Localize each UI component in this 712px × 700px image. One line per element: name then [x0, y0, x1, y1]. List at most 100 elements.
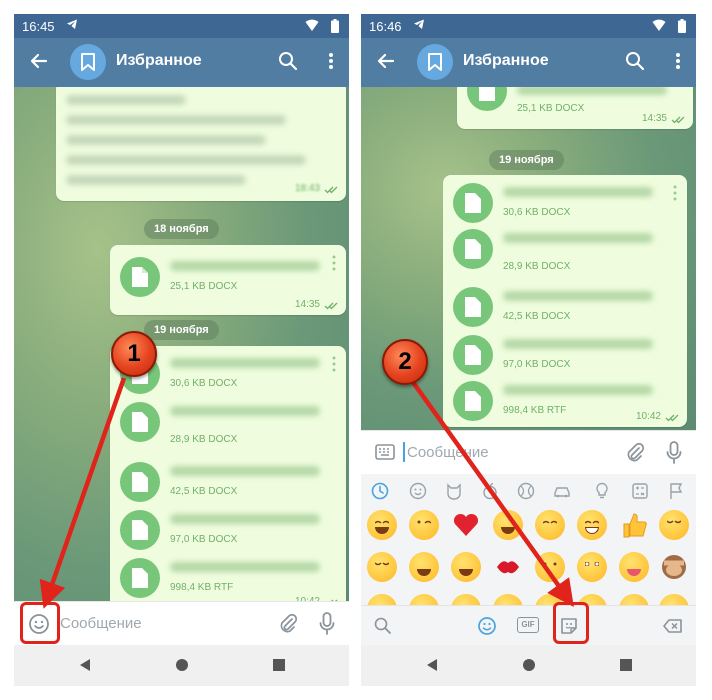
file-attachment[interactable]: 97,0 KB DOCX — [120, 510, 330, 554]
nav-back-icon[interactable] — [425, 658, 439, 672]
file-size: 42,5 KB DOCX — [503, 311, 571, 322]
tutorial-stage: 16:45 Избранное 18:43 18 ноября 25,1 KB … — [0, 0, 712, 700]
bookmark-icon — [81, 53, 95, 71]
nav-home-icon[interactable] — [522, 658, 536, 672]
file-icon[interactable] — [120, 462, 160, 502]
emoji-grin[interactable] — [577, 510, 607, 540]
file-icon[interactable] — [453, 229, 493, 269]
recent-clock-icon[interactable] — [371, 482, 389, 500]
emoji-heart-eyes[interactable] — [493, 510, 523, 540]
file-icon[interactable] — [120, 510, 160, 550]
back-arrow-icon[interactable] — [375, 50, 397, 72]
file-size: 30,6 KB DOCX — [170, 378, 238, 389]
file-size: 97,0 KB DOCX — [170, 534, 238, 545]
file-attachment[interactable]: 25,1 KB DOCX — [120, 257, 330, 301]
more-vertical-icon[interactable] — [327, 50, 335, 72]
file-attachment[interactable]: 97,0 KB DOCX — [453, 335, 663, 379]
symbols-category-icon[interactable] — [631, 482, 649, 500]
message-time: 18:43 — [294, 183, 320, 194]
file-size: 998,4 KB RTF — [503, 405, 567, 416]
message-bubble[interactable]: 30,6 KB DOCX 28,9 KB DOCX 42,5 KB DOCX 9… — [443, 175, 687, 427]
gif-icon[interactable]: GIF — [517, 617, 539, 633]
chat-title[interactable]: Избранное — [463, 52, 549, 70]
emoji-flushed[interactable] — [577, 552, 607, 582]
emoji-see-no-evil[interactable] — [659, 552, 689, 582]
file-attachment[interactable]: 42,5 KB DOCX — [120, 462, 330, 506]
chat-title[interactable]: Избранное — [116, 52, 202, 70]
nav-recents-icon[interactable] — [272, 658, 286, 672]
mic-icon[interactable] — [666, 441, 682, 465]
bookmark-icon — [428, 53, 442, 71]
message-input[interactable]: Сообщение — [407, 444, 489, 461]
attach-icon[interactable] — [624, 442, 646, 464]
wifi-icon — [652, 18, 666, 32]
message-bubble[interactable]: 25,1 KB DOCX 14:35 — [110, 245, 346, 315]
file-icon[interactable] — [467, 87, 507, 111]
emoji-kiss-lips[interactable] — [493, 552, 523, 582]
emoji-relaxed[interactable] — [659, 510, 689, 540]
file-attachment[interactable]: 998,4 KB RTF — [453, 381, 663, 425]
message-bubble[interactable]: 25,1 KB DOCX 14:35 — [457, 87, 693, 129]
emoji-tab-icon[interactable] — [477, 616, 497, 636]
battery-icon — [678, 19, 686, 33]
saved-messages-avatar[interactable] — [417, 44, 453, 80]
nav-home-icon[interactable] — [175, 658, 189, 672]
saved-messages-avatar[interactable] — [70, 44, 106, 80]
chat-header: Избранное — [14, 38, 349, 87]
mic-icon[interactable] — [319, 612, 335, 636]
sports-category-icon[interactable] — [517, 482, 535, 500]
emoji-joy[interactable] — [367, 510, 397, 540]
file-attachment[interactable]: 28,9 KB DOCX — [453, 229, 663, 273]
file-icon[interactable] — [453, 287, 493, 327]
backspace-icon[interactable] — [663, 616, 683, 636]
objects-category-icon[interactable] — [593, 482, 611, 500]
emoji-blush[interactable] — [535, 510, 565, 540]
food-category-icon[interactable] — [481, 482, 499, 500]
emoji-search-icon[interactable] — [373, 616, 393, 636]
date-separator: 19 ноября — [489, 150, 564, 170]
file-attachment[interactable]: 28,9 KB DOCX — [120, 402, 330, 446]
file-icon[interactable] — [453, 335, 493, 375]
emoji-tongue-wink[interactable] — [619, 552, 649, 582]
chat-header: Избранное — [361, 38, 696, 87]
smiley-category-icon[interactable] — [409, 482, 427, 500]
animals-category-icon[interactable] — [445, 482, 463, 500]
message-bubble[interactable]: 30,6 KB DOCX 28,9 KB DOCX 42,5 KB DOCX 9… — [110, 346, 346, 614]
highlight-emoji-button — [20, 602, 60, 644]
flags-category-icon[interactable] — [667, 482, 685, 500]
search-icon[interactable] — [624, 50, 646, 72]
attach-icon[interactable] — [277, 613, 299, 635]
file-icon[interactable] — [120, 257, 160, 297]
keyboard-icon[interactable] — [375, 444, 395, 460]
file-icon[interactable] — [120, 402, 160, 442]
more-vertical-icon[interactable] — [673, 185, 677, 201]
nav-back-icon[interactable] — [78, 658, 92, 672]
message-time: 14:35 — [294, 299, 320, 310]
emoji-thumbs-up[interactable] — [619, 510, 649, 540]
message-input-bar: Сообщение — [14, 601, 349, 645]
file-attachment[interactable]: 30,6 KB DOCX — [453, 183, 663, 227]
nav-recents-icon[interactable] — [619, 658, 633, 672]
highlight-sticker-button — [553, 602, 589, 644]
back-arrow-icon[interactable] — [28, 50, 50, 72]
wifi-icon — [305, 18, 319, 32]
search-icon[interactable] — [277, 50, 299, 72]
file-icon[interactable] — [453, 183, 493, 223]
file-attachment[interactable]: 42,5 KB DOCX — [453, 287, 663, 331]
emoji-smile[interactable] — [409, 552, 439, 582]
emoji-sob[interactable] — [451, 552, 481, 582]
file-attachment[interactable]: 25,1 KB DOCX — [467, 87, 677, 115]
file-icon[interactable] — [120, 558, 160, 598]
message-input[interactable]: Сообщение — [60, 615, 142, 632]
message-input-bar: Сообщение — [361, 430, 696, 474]
more-vertical-icon[interactable] — [332, 255, 336, 271]
more-vertical-icon[interactable] — [674, 50, 682, 72]
emoji-kiss-wink[interactable] — [409, 510, 439, 540]
message-bubble[interactable]: 18:43 — [56, 87, 346, 201]
more-vertical-icon[interactable] — [332, 356, 336, 372]
emoji-pensive[interactable] — [367, 552, 397, 582]
file-icon[interactable] — [453, 381, 493, 421]
emoji-disappointed[interactable] — [535, 552, 565, 582]
travel-category-icon[interactable] — [553, 482, 571, 500]
emoji-red-heart[interactable] — [451, 510, 481, 540]
